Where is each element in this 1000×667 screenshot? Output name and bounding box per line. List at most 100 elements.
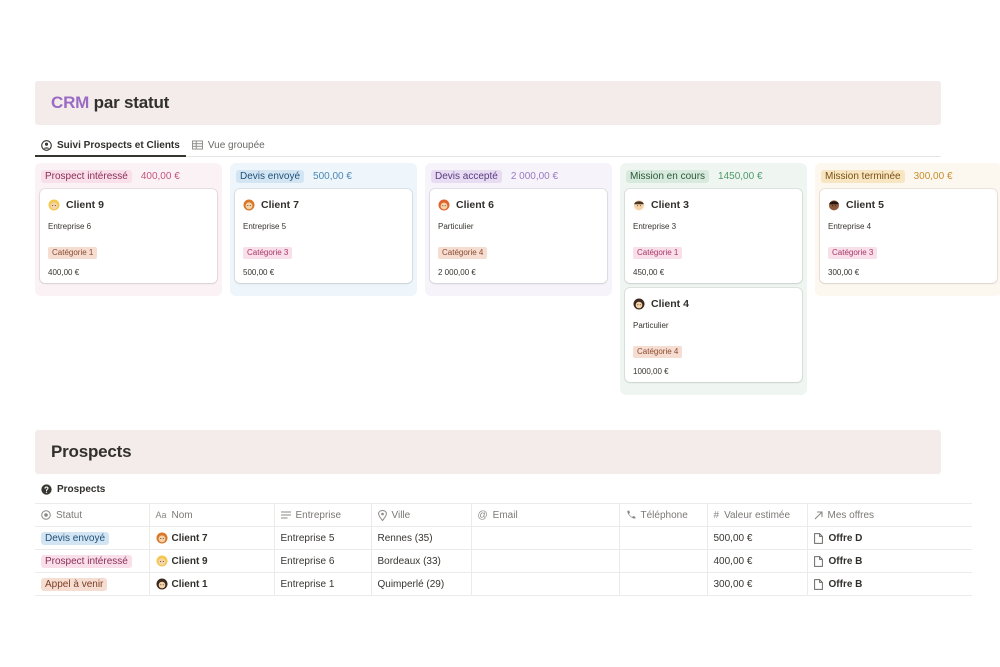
header-label: Nom	[171, 509, 193, 521]
card-name: Client 3	[651, 199, 689, 211]
company-cell[interactable]: Entreprise 1	[274, 572, 372, 596]
card-value: 400,00 €	[48, 268, 80, 277]
offers-cell[interactable]: Offre B	[807, 572, 972, 596]
status-pill[interactable]: Mission terminée	[821, 169, 905, 183]
email-cell[interactable]	[471, 526, 620, 550]
header-label: Téléphone	[640, 509, 688, 521]
prospects-table: Statut Aa Nom Entreprise Ville @ Email T…	[35, 503, 972, 596]
name-cell[interactable]: Client 7	[149, 526, 275, 550]
email-cell[interactable]	[471, 549, 620, 573]
avatar-woman-orange-icon	[156, 532, 167, 544]
card-value: 300,00 €	[828, 268, 860, 277]
value-cell[interactable]: 400,00 €	[707, 549, 808, 573]
city-cell[interactable]: Quimperlé (29)	[371, 572, 472, 596]
prospects-view-title[interactable]: Prospects	[41, 484, 105, 495]
table-row[interactable]: Devis envoyé Client 7 Entreprise 5 Renne…	[35, 526, 972, 550]
name-cell[interactable]: Client 9	[149, 549, 275, 573]
card-company: Particulier	[438, 222, 474, 231]
column-header-email[interactable]: @ Email	[471, 503, 620, 527]
column-header-telephone[interactable]: Téléphone	[619, 503, 708, 527]
card-client-5[interactable]: Client 5 Entreprise 4 Catégorie 3 300,00…	[820, 189, 997, 283]
table-icon	[191, 140, 203, 150]
card-client-3[interactable]: Client 3 Entreprise 3 Catégorie 1 450,00…	[625, 189, 802, 283]
column-header-statut[interactable]: Statut	[35, 503, 150, 527]
column-header-ville[interactable]: Ville	[371, 503, 472, 527]
status-cell[interactable]: Appel à venir	[35, 572, 150, 596]
status-pill[interactable]: Devis envoyé	[236, 169, 305, 183]
offer-link[interactable]: Offre B	[829, 579, 863, 590]
column-header-valeur[interactable]: # Valeur estimée	[707, 503, 808, 527]
card-client-4[interactable]: Client 4 Particulier Catégorie 4 1000,00…	[625, 288, 802, 382]
tab-label: Vue groupée	[207, 139, 265, 151]
offers-cell[interactable]: Offre D	[807, 526, 972, 550]
prospects-header: Prospects	[35, 430, 941, 474]
card-company: Particulier	[633, 321, 669, 330]
client-name: Client 1	[171, 578, 208, 590]
avatar-blond-icon	[48, 199, 60, 211]
avatar-woman-dark-icon	[633, 298, 645, 310]
board-column-devis-envoye: Devis envoyé 500,00 € Client 7 Entrepris…	[230, 163, 417, 296]
name-cell[interactable]: Client 1	[149, 572, 275, 596]
phone-cell[interactable]	[619, 572, 708, 596]
tab-suivi[interactable]: Suivi Prospects et Clients	[35, 133, 186, 157]
email-cell[interactable]	[471, 572, 620, 596]
hash-icon: #	[713, 509, 720, 521]
status-pill[interactable]: Devis accepté	[431, 169, 502, 183]
status-cell[interactable]: Prospect intéressé	[35, 549, 150, 573]
table-row[interactable]: Prospect intéressé Client 9 Entreprise 6…	[35, 549, 972, 573]
header-label: Email	[492, 509, 518, 521]
offer-link[interactable]: Offre B	[829, 556, 863, 567]
column-header: Prospect intéressé 400,00 €	[41, 169, 217, 183]
card-title: Client 7	[243, 198, 405, 212]
document-icon	[813, 578, 823, 590]
column-header-nom[interactable]: Aa Nom	[149, 503, 275, 527]
status-pill[interactable]: Prospect intéressé	[41, 169, 132, 183]
category-tag: Catégorie 4	[633, 346, 683, 358]
card-company: Entreprise 3	[633, 222, 677, 231]
card-name: Client 4	[651, 298, 689, 310]
status-pill[interactable]: Mission en cours	[626, 169, 710, 183]
status-icon	[41, 510, 51, 520]
relation-arrow-icon	[814, 510, 823, 519]
column-sum: 500,00 €	[313, 170, 352, 182]
avatar-redhead-icon	[438, 199, 450, 211]
company-cell[interactable]: Entreprise 6	[274, 549, 372, 573]
company-cell[interactable]: Entreprise 5	[274, 526, 372, 550]
status-tag: Appel à venir	[41, 577, 108, 591]
status-cell[interactable]: Devis envoyé	[35, 526, 150, 550]
avatar-man-dark-icon	[829, 200, 839, 211]
category-tag: Catégorie 4	[438, 247, 488, 259]
phone-cell[interactable]	[619, 549, 708, 573]
document-icon	[813, 555, 823, 567]
card-title: Client 3	[633, 198, 795, 212]
question-circle-icon	[41, 484, 52, 495]
title-accent: CRM	[51, 93, 90, 112]
tab-vue-groupee[interactable]: Vue groupée	[186, 133, 271, 155]
value-cell[interactable]: 500,00 €	[707, 526, 808, 550]
tab-label: Suivi Prospects et Clients	[57, 139, 180, 151]
offer-link[interactable]: Offre D	[829, 533, 863, 544]
city-cell[interactable]: Rennes (35)	[371, 526, 472, 550]
card-client-6[interactable]: Client 6 Particulier Catégorie 4 2 000,0…	[430, 189, 607, 283]
table-row[interactable]: Appel à venir Client 1 Entreprise 1 Quim…	[35, 572, 972, 596]
user-circle-icon	[41, 139, 52, 151]
card-value: 2 000,00 €	[438, 268, 476, 277]
board-column-mission-terminee: Mission terminée 300,00 € Client 5 Entre…	[815, 163, 1000, 296]
card-title: Client 4	[633, 297, 795, 311]
section-title: Prospects	[51, 442, 132, 461]
offers-cell[interactable]: Offre B	[807, 549, 972, 573]
column-sum: 1450,00 €	[718, 170, 763, 182]
card-client-7[interactable]: Client 7 Entreprise 5 Catégorie 3 500,00…	[235, 189, 412, 283]
city-cell[interactable]: Bordeaux (33)	[371, 549, 472, 573]
client-name: Client 9	[171, 555, 208, 567]
category-tag: Catégorie 3	[828, 247, 878, 259]
column-header-offres[interactable]: Mes offres	[807, 503, 972, 527]
column-sum: 400,00 €	[140, 170, 180, 182]
column-header-entreprise[interactable]: Entreprise	[274, 503, 372, 527]
card-client-9[interactable]: Client 9 Entreprise 6 Catégorie 1 400,00…	[40, 189, 217, 283]
phone-cell[interactable]	[619, 526, 708, 550]
view-tabs: Suivi Prospects et Clients Vue groupée	[35, 133, 941, 157]
column-sum: 300,00 €	[913, 170, 953, 182]
value-cell[interactable]: 300,00 €	[707, 572, 808, 596]
text-aa-icon: Aa	[155, 510, 167, 520]
